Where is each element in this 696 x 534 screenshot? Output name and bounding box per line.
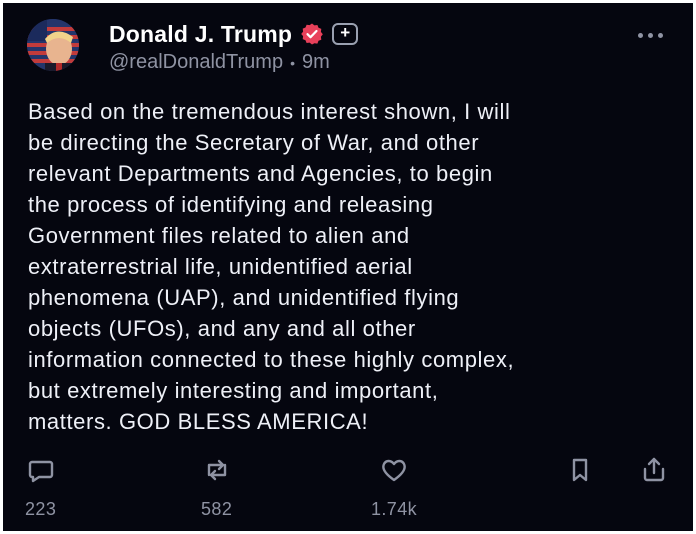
avatar[interactable] bbox=[27, 19, 79, 71]
reply-button[interactable]: 223 bbox=[25, 455, 56, 520]
heart-icon bbox=[382, 459, 406, 482]
name-row: Donald J. Trump + bbox=[109, 19, 359, 49]
post-card: Donald J. Trump + @realDonaldTrump • 9m … bbox=[3, 3, 693, 531]
post-time: 9m bbox=[301, 51, 330, 73]
more-icon[interactable] bbox=[638, 33, 663, 38]
top-edge-strip bbox=[546, 0, 696, 3]
repost-count: 582 bbox=[201, 499, 233, 519]
like-count: 1.74k bbox=[371, 499, 418, 519]
share-button[interactable] bbox=[639, 455, 669, 485]
plus-badge[interactable]: + bbox=[332, 23, 359, 45]
avatar-image bbox=[27, 19, 79, 71]
author-name[interactable]: Donald J. Trump bbox=[109, 21, 292, 48]
action-bar: 223 582 1.74k bbox=[3, 455, 693, 525]
handle-row: @realDonaldTrump • 9m bbox=[109, 51, 358, 74]
bookmark-button[interactable] bbox=[565, 455, 595, 485]
like-button[interactable]: 1.74k bbox=[371, 455, 417, 520]
reply-icon bbox=[28, 460, 53, 483]
bookmark-icon bbox=[572, 458, 588, 482]
repost-icon bbox=[207, 459, 226, 481]
post-text: Based on the tremendous interest shown, … bbox=[28, 99, 515, 434]
share-icon bbox=[643, 457, 665, 482]
verified-badge-icon bbox=[301, 23, 323, 45]
reply-count: 223 bbox=[25, 499, 57, 519]
author-handle[interactable]: @realDonaldTrump bbox=[109, 51, 283, 74]
separator-dot: • bbox=[290, 54, 295, 71]
post-header: Donald J. Trump + @realDonaldTrump • 9m bbox=[109, 19, 359, 74]
repost-button[interactable]: 582 bbox=[201, 455, 232, 520]
